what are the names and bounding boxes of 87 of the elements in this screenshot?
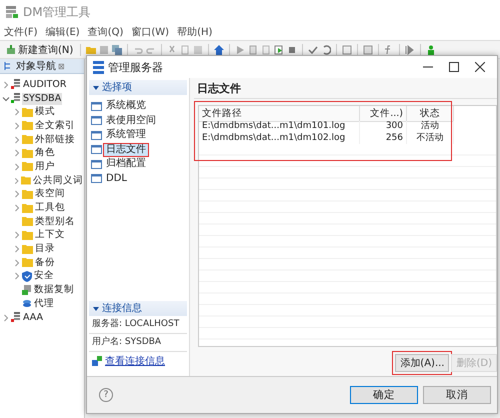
tree-item[interactable]: 工具包 xyxy=(34,202,66,214)
run-script-icon[interactable] xyxy=(274,44,284,54)
tree-item[interactable]: 外部链接 xyxy=(34,134,76,146)
menu-item[interactable]: 查询(Q) xyxy=(88,25,124,39)
tree-item[interactable]: 角色 xyxy=(34,147,56,160)
save-all-icon[interactable] xyxy=(112,44,122,54)
page-icon xyxy=(91,102,102,111)
tab-close-icon[interactable]: ⊠ xyxy=(58,62,65,70)
tree-item[interactable]: 全文索引 xyxy=(34,120,76,132)
folder-icon xyxy=(22,190,33,199)
column-header[interactable]: 文件路径 xyxy=(199,106,360,122)
rollback-icon[interactable] xyxy=(321,44,332,54)
page-icon xyxy=(91,174,102,184)
option-item[interactable]: 日志文件 xyxy=(103,142,149,157)
shield-icon xyxy=(22,270,32,282)
tree-item[interactable]: 表空间 xyxy=(34,188,66,200)
page-title: 日志文件 xyxy=(196,81,242,97)
cut-icon[interactable] xyxy=(167,44,178,54)
page-icon xyxy=(91,116,102,126)
folder-icon xyxy=(22,121,33,130)
table-cell: 300 xyxy=(360,121,407,132)
help-icon[interactable]: ? xyxy=(99,388,113,402)
server-info: 服务器: LOCALHOST xyxy=(89,316,187,334)
tree-item[interactable]: 代理 xyxy=(33,298,55,310)
window-title: DM管理工具 xyxy=(23,4,91,20)
maximize-icon[interactable] xyxy=(449,62,459,72)
folder-icon xyxy=(22,162,33,172)
menu-item[interactable]: 文件(F) xyxy=(4,25,38,39)
check-icon[interactable] xyxy=(308,44,318,54)
tree-item[interactable]: 目录 xyxy=(34,243,56,256)
app-logo-icon xyxy=(5,5,19,19)
stop-icon[interactable] xyxy=(287,44,298,54)
step-icon[interactable] xyxy=(405,44,416,54)
folder-icon xyxy=(22,148,33,158)
ok-button[interactable]: 确定 xyxy=(350,386,418,404)
tree-item[interactable]: 数据复制 xyxy=(33,284,75,296)
user-info: 用户名: SYSDBA xyxy=(89,334,187,352)
tree-item[interactable]: 类型别名 xyxy=(34,216,76,228)
folder-icon xyxy=(22,204,33,213)
folder-icon xyxy=(22,258,33,268)
folder-icon xyxy=(22,230,33,240)
folder-icon xyxy=(22,108,33,117)
page-icon xyxy=(91,160,102,169)
table-cell: 活动 xyxy=(407,121,454,132)
option-item[interactable]: 系统管理 xyxy=(103,128,149,142)
dialog-title: 管理服务器 xyxy=(108,60,163,74)
connection-info-link[interactable]: 查看连接信息 xyxy=(105,354,165,368)
menu-item[interactable]: 编辑(E) xyxy=(46,25,80,39)
tree-item[interactable]: 上下文 xyxy=(34,229,66,242)
menu-item[interactable]: 帮助(H) xyxy=(177,25,212,39)
tree-item[interactable]: AUDITOR xyxy=(22,78,68,91)
tree-item[interactable]: 模式 xyxy=(34,106,56,118)
folder-icon xyxy=(22,217,33,226)
connection-icon xyxy=(92,356,102,366)
add-query-icon xyxy=(6,44,16,54)
person-icon[interactable] xyxy=(426,44,436,54)
caret-icon[interactable] xyxy=(93,306,99,310)
page-icon xyxy=(91,145,102,154)
navigator-tab[interactable]: 对象导航 xyxy=(16,59,56,73)
folder-icon xyxy=(21,176,31,186)
caret-icon[interactable] xyxy=(93,86,99,90)
tree-item[interactable]: AAA xyxy=(22,312,44,324)
add-button[interactable]: 添加(A)... xyxy=(395,354,450,372)
option-item[interactable]: 归档配置 xyxy=(103,157,149,172)
option-item[interactable]: DDL xyxy=(103,172,130,186)
document-icon[interactable] xyxy=(261,44,272,54)
tree-item[interactable]: 安全 xyxy=(33,270,55,282)
new-query-button[interactable]: 新建查询(N) xyxy=(4,42,76,56)
home-icon[interactable] xyxy=(214,44,224,54)
column-header[interactable]: 文件...) xyxy=(360,106,407,122)
folder-icon xyxy=(22,244,33,254)
option-item[interactable]: 表使用空间 xyxy=(103,114,159,128)
document-icon[interactable] xyxy=(248,44,258,54)
folder-icon xyxy=(22,135,33,144)
column-header[interactable]: 状态 xyxy=(407,106,454,122)
tree-item[interactable]: 公共同义词 xyxy=(32,174,84,187)
cancel-button[interactable]: 取消 xyxy=(423,386,491,404)
tree-item[interactable]: 备份 xyxy=(34,256,56,269)
close-icon[interactable] xyxy=(475,62,485,72)
option-item[interactable]: 系统概览 xyxy=(103,99,149,114)
page-icon xyxy=(91,130,102,140)
menu-item[interactable]: 窗口(W) xyxy=(131,25,170,39)
tree-item[interactable]: 用户 xyxy=(34,160,56,173)
tree-item[interactable]: SYSDBA xyxy=(22,92,62,105)
server-icon xyxy=(93,60,104,74)
table-cell: E:\dmdbms\dat...m1\dm101.log xyxy=(199,121,360,132)
stack-icon xyxy=(22,298,32,309)
